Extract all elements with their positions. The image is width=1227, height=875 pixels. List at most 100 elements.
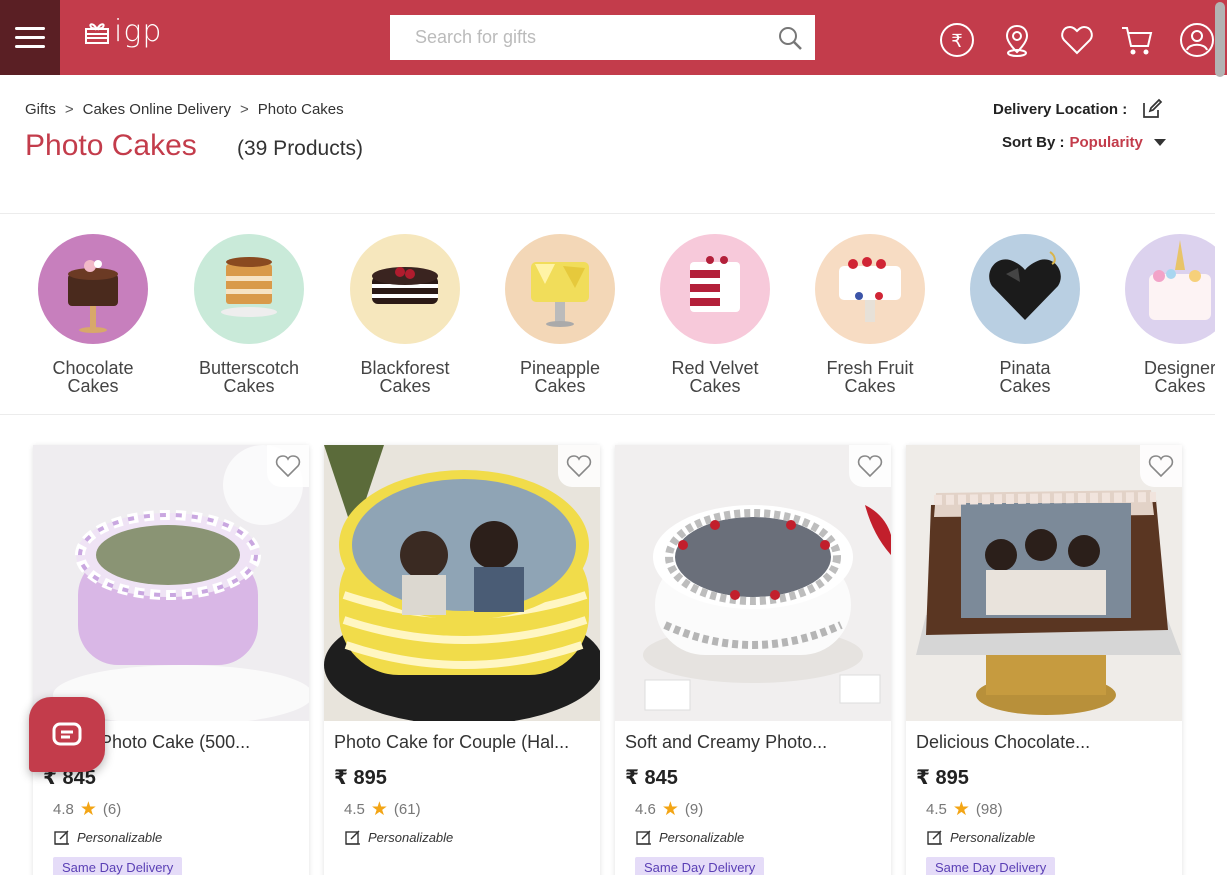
category-designer-cakes[interactable]: Designer Cakes: [1110, 234, 1215, 395]
category-image: [815, 234, 925, 344]
product-count: (39 Products): [237, 137, 364, 160]
menu-bar: [15, 45, 45, 48]
product-price: ₹ 895: [334, 767, 387, 789]
category-pinata-cakes[interactable]: Pinata Cakes: [955, 234, 1095, 395]
category-label: Pinata Cakes: [999, 358, 1051, 396]
logo-text: igp: [114, 14, 163, 49]
header-icons: ₹: [939, 22, 1215, 58]
rupee-icon[interactable]: ₹: [939, 22, 975, 58]
wishlist-heart-icon[interactable]: [267, 445, 309, 487]
hamburger-menu-button[interactable]: [0, 0, 60, 75]
personalizable-tag: Personalizable: [344, 828, 453, 846]
product-rating: 4.6 ★ (9): [635, 799, 704, 820]
wishlist-heart-icon[interactable]: [849, 445, 891, 487]
product-rating: 4.5 ★ (61): [344, 799, 421, 820]
personalizable-tag: Personalizable: [926, 828, 1035, 846]
category-label: Designer Cakes: [1143, 358, 1215, 396]
product-name[interactable]: Photo Cake for Couple (Hal...: [334, 732, 594, 753]
search-box: [390, 15, 815, 60]
category-label: Blackforest Cakes: [360, 358, 450, 396]
breadcrumb-gifts[interactable]: Gifts: [25, 101, 56, 118]
category-carousel: Chocolate Cakes Butterscotch Cakes Blackfo…: [0, 234, 1215, 404]
personalize-icon: [927, 830, 942, 845]
divider: [0, 213, 1215, 214]
category-label: Red Velvet Cakes: [671, 358, 759, 396]
igp-logo[interactable]: igp: [84, 17, 162, 47]
star-icon: ★: [661, 799, 679, 820]
product-card[interactable]: Soft and Creamy Photo... ₹ 845 4.6 ★ (9) P…: [615, 445, 891, 875]
product-image: [324, 445, 600, 721]
user-icon[interactable]: [1179, 22, 1215, 58]
same-day-delivery-badge: Same Day Delivery: [53, 857, 183, 875]
chat-icon: [52, 722, 82, 745]
category-image: [660, 234, 770, 344]
personalize-icon: [636, 830, 651, 845]
product-card[interactable]: Photo Cake for Couple (Hal... ₹ 895 4.5 ★…: [324, 445, 600, 875]
location-icon[interactable]: [999, 22, 1035, 58]
product-image: [906, 445, 1182, 721]
category-image: [194, 234, 304, 344]
scrollbar-thumb[interactable]: [1215, 2, 1225, 77]
divider: [0, 414, 1215, 415]
svg-text:₹: ₹: [951, 31, 962, 52]
heart-icon[interactable]: [1059, 22, 1095, 58]
caret-down-icon: [1153, 139, 1166, 146]
category-chocolate-cakes[interactable]: Chocolate Cakes: [23, 234, 163, 395]
product-name[interactable]: Soft and Creamy Photo...: [625, 732, 885, 753]
category-butterscotch-cakes[interactable]: Butterscotch Cakes: [179, 234, 319, 395]
cart-icon[interactable]: [1119, 22, 1155, 58]
category-image: [970, 234, 1080, 344]
page-title: Photo Cakes: [25, 129, 197, 162]
product-image: [33, 445, 309, 721]
breadcrumb-photo-cakes[interactable]: Photo Cakes: [258, 101, 344, 118]
same-day-delivery-badge: Same Day Delivery: [635, 857, 765, 875]
star-icon: ★: [79, 799, 97, 820]
sort-dropdown[interactable]: Sort By : Popularity: [1002, 134, 1166, 151]
search-input[interactable]: [390, 15, 765, 60]
category-label: Chocolate Cakes: [52, 358, 134, 396]
wishlist-heart-icon[interactable]: [1140, 445, 1182, 487]
chat-button[interactable]: [29, 697, 105, 772]
product-name[interactable]: Delicious Chocolate...: [916, 732, 1176, 753]
top-header: igp ₹: [0, 0, 1227, 75]
delivery-location-label: Delivery Location :: [993, 100, 1128, 118]
personalize-icon: [345, 830, 360, 845]
breadcrumb-cakes-online-delivery[interactable]: Cakes Online Delivery: [83, 101, 231, 118]
personalize-icon: [54, 830, 69, 845]
menu-bar: [15, 36, 45, 39]
category-image: [350, 234, 460, 344]
category-image: [1125, 234, 1215, 344]
category-red-velvet-cakes[interactable]: Red Velvet Cakes: [645, 234, 785, 395]
category-image: [38, 234, 148, 344]
category-image: [505, 234, 615, 344]
product-price: ₹ 895: [916, 767, 969, 789]
star-icon: ★: [370, 799, 388, 820]
breadcrumb-separator: >: [64, 101, 74, 118]
breadcrumb-separator: >: [240, 101, 249, 118]
product-rating: 4.5 ★ (98): [926, 799, 1003, 820]
sort-label: Sort By :: [1002, 134, 1065, 151]
product-card[interactable]: Lovely Photo Cake (500... ₹ 845 4.8 ★ (6) …: [33, 445, 309, 875]
category-blackforest-cakes[interactable]: Blackforest Cakes: [335, 234, 475, 395]
gift-logo-icon: [85, 23, 109, 44]
category-label: Butterscotch Cakes: [198, 358, 300, 396]
menu-bar: [15, 27, 45, 30]
wishlist-heart-icon[interactable]: [558, 445, 600, 487]
breadcrumb: Gifts > Cakes Online Delivery > Photo Ca…: [25, 101, 344, 118]
category-pineapple-cakes[interactable]: Pineapple Cakes: [490, 234, 630, 395]
delivery-location[interactable]: Delivery Location :: [993, 98, 1163, 120]
personalizable-tag: Personalizable: [53, 828, 162, 846]
product-image: [615, 445, 891, 721]
star-icon: ★: [952, 799, 970, 820]
category-label: Pineapple Cakes: [519, 358, 601, 396]
personalizable-tag: Personalizable: [635, 828, 744, 846]
category-fresh-fruit-cakes[interactable]: Fresh Fruit Cakes: [800, 234, 940, 395]
sort-value: Popularity: [1069, 134, 1143, 151]
edit-icon[interactable]: [1141, 98, 1163, 120]
product-rating: 4.8 ★ (6): [53, 799, 122, 820]
search-icon[interactable]: [765, 15, 815, 60]
same-day-delivery-badge: Same Day Delivery: [926, 857, 1056, 875]
product-card[interactable]: Delicious Chocolate... ₹ 895 4.5 ★ (98) Pe…: [906, 445, 1182, 875]
product-price: ₹ 845: [625, 767, 678, 789]
category-label: Fresh Fruit Cakes: [826, 358, 914, 396]
